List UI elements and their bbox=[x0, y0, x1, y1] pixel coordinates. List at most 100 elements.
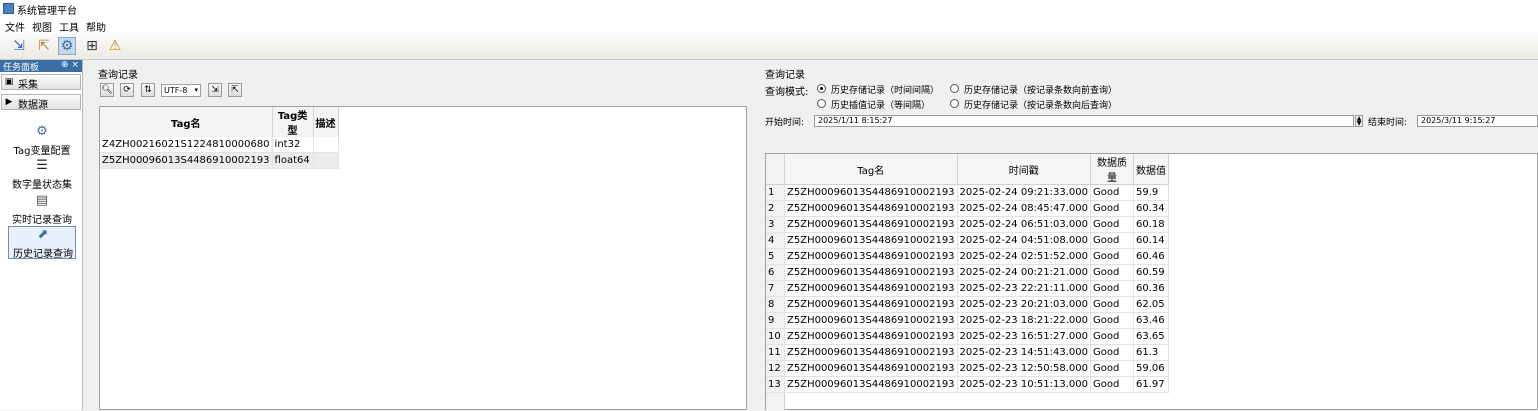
nav-tag-config[interactable]: ⚙ Tag变量配置 bbox=[8, 124, 76, 157]
start-time-field[interactable]: 2025/1/11 8:15:27 bbox=[814, 115, 1354, 127]
tag-name-cell[interactable]: Z5ZH00096013S4486910002193 bbox=[784, 184, 958, 201]
quality-cell[interactable]: Good bbox=[1090, 232, 1135, 249]
sort-button[interactable]: ⇅ bbox=[141, 83, 155, 97]
column-header[interactable]: Tag类型 bbox=[272, 107, 314, 137]
query-button[interactable]: 🔍︎ bbox=[100, 83, 114, 97]
quality-cell[interactable]: Good bbox=[1090, 264, 1135, 281]
tag-name-cell[interactable]: Z5ZH00096013S4486910002193 bbox=[784, 216, 958, 233]
timestamp-cell[interactable]: 2025-02-24 02:51:52.000 bbox=[957, 248, 1092, 265]
timestamp-cell[interactable]: 2025-02-24 06:51:03.000 bbox=[957, 216, 1092, 233]
tag-desc-cell[interactable] bbox=[313, 137, 339, 153]
table-row[interactable]: Z5ZH00096013S4486910002193 float64 bbox=[100, 152, 339, 169]
tag-name-cell[interactable]: Z5ZH00096013S4486910002193 bbox=[100, 152, 273, 169]
value-cell[interactable]: 60.34 bbox=[1133, 200, 1170, 217]
timestamp-cell[interactable]: 2025-02-24 04:51:08.000 bbox=[957, 232, 1092, 249]
timestamp-cell[interactable]: 2025-02-23 20:21:03.000 bbox=[957, 296, 1092, 313]
menu-help[interactable]: 帮助 bbox=[86, 19, 106, 34]
table-row[interactable]: 8 Z5ZH00096013S4486910002193 2025-02-23 20… bbox=[766, 296, 1170, 313]
tag-name-cell[interactable]: Z5ZH00096013S4486910002193 bbox=[784, 264, 958, 281]
panel-controls-icon[interactable]: ⊕ × bbox=[61, 60, 79, 70]
timestamp-cell[interactable]: 2025-02-24 00:21:21.000 bbox=[957, 264, 1092, 281]
export-tag-button[interactable]: ⇱ bbox=[228, 83, 242, 97]
tag-name-cell[interactable]: Z5ZH00096013S4486910002193 bbox=[784, 360, 958, 377]
table-row[interactable]: Z4ZH00216021S1224810000680 int32 bbox=[100, 137, 339, 153]
value-cell[interactable]: 62.05 bbox=[1133, 296, 1170, 313]
tag-name-cell[interactable]: Z5ZH00096013S4486910002193 bbox=[784, 248, 958, 265]
table-row[interactable]: 9 Z5ZH00096013S4486910002193 2025-02-23 18… bbox=[766, 312, 1170, 329]
table-row[interactable]: 7 Z5ZH00096013S4486910002193 2025-02-23 22… bbox=[766, 280, 1170, 297]
table-row[interactable]: 12 Z5ZH00096013S4486910002193 2025-02-23 1… bbox=[766, 360, 1170, 377]
table-row[interactable]: 3 Z5ZH00096013S4486910002193 2025-02-24 06… bbox=[766, 216, 1170, 233]
timestamp-cell[interactable]: 2025-02-23 10:51:13.000 bbox=[957, 376, 1092, 393]
table-row[interactable]: 1 Z5ZH00096013S4486910002193 2025-02-24 09… bbox=[766, 184, 1170, 201]
menu-tools[interactable]: 工具 bbox=[59, 19, 79, 34]
mode-label-count-backward[interactable]: 历史存储记录（按记录条数向后查询） bbox=[964, 98, 1117, 111]
quality-cell[interactable]: Good bbox=[1090, 344, 1135, 361]
category-datasource[interactable]: ▶ 数据源 bbox=[1, 94, 81, 111]
nav-digital-state[interactable]: ☰ 数字量状态集 bbox=[8, 158, 76, 191]
value-cell[interactable]: 59.9 bbox=[1133, 184, 1170, 201]
value-cell[interactable]: 60.14 bbox=[1133, 232, 1170, 249]
tag-name-cell[interactable]: Z5ZH00096013S4486910002193 bbox=[784, 296, 958, 313]
column-header[interactable]: Tag名 bbox=[784, 154, 958, 185]
timestamp-cell[interactable]: 2025-02-23 14:51:43.000 bbox=[957, 344, 1092, 361]
mode-label-interval[interactable]: 历史存储记录（时间间隔） bbox=[831, 83, 939, 96]
tag-name-cell[interactable]: Z5ZH00096013S4486910002193 bbox=[784, 344, 958, 361]
end-time-field[interactable]: 2025/3/11 9:15:27 bbox=[1417, 115, 1538, 127]
table-row[interactable]: 5 Z5ZH00096013S4486910002193 2025-02-24 02… bbox=[766, 248, 1170, 265]
tag-type-cell[interactable]: float64 bbox=[272, 152, 314, 169]
quality-cell[interactable]: Good bbox=[1090, 216, 1135, 233]
tag-name-cell[interactable]: Z5ZH00096013S4486910002193 bbox=[784, 312, 958, 329]
table-row[interactable]: 11 Z5ZH00096013S4486910002193 2025-02-23 1… bbox=[766, 344, 1170, 361]
import-button[interactable]: ⇲ bbox=[10, 37, 28, 55]
value-cell[interactable]: 63.65 bbox=[1133, 328, 1170, 345]
column-header[interactable]: 数据质量 bbox=[1090, 154, 1135, 185]
value-cell[interactable]: 60.59 bbox=[1133, 264, 1170, 281]
quality-cell[interactable]: Good bbox=[1090, 200, 1135, 217]
tag-type-cell[interactable]: int32 bbox=[272, 137, 314, 153]
value-cell[interactable]: 60.18 bbox=[1133, 216, 1170, 233]
tag-name-cell[interactable]: Z5ZH00096013S4486910002193 bbox=[784, 200, 958, 217]
menu-file[interactable]: 文件 bbox=[5, 19, 25, 34]
value-cell[interactable]: 61.3 bbox=[1133, 344, 1170, 361]
mode-radio-count-forward[interactable] bbox=[950, 84, 959, 93]
column-header[interactable]: 描述 bbox=[313, 107, 339, 137]
value-cell[interactable]: 63.46 bbox=[1133, 312, 1170, 329]
table-row[interactable]: 10 Z5ZH00096013S4486910002193 2025-02-23 1… bbox=[766, 328, 1170, 345]
value-cell[interactable]: 60.36 bbox=[1133, 280, 1170, 297]
value-cell[interactable]: 61.97 bbox=[1133, 376, 1170, 393]
mode-radio-interval[interactable] bbox=[817, 84, 826, 93]
table-row[interactable]: 4 Z5ZH00096013S4486910002193 2025-02-24 04… bbox=[766, 232, 1170, 249]
timestamp-cell[interactable]: 2025-02-24 08:45:47.000 bbox=[957, 200, 1092, 217]
quality-cell[interactable]: Good bbox=[1090, 376, 1135, 393]
tag-desc-cell[interactable] bbox=[313, 152, 339, 169]
export-button[interactable]: ⇱ bbox=[35, 37, 53, 55]
value-cell[interactable]: 60.46 bbox=[1133, 248, 1170, 265]
column-header[interactable]: 数据值 bbox=[1133, 154, 1170, 185]
quality-cell[interactable]: Good bbox=[1090, 296, 1135, 313]
value-cell[interactable]: 59.06 bbox=[1133, 360, 1170, 377]
tag-name-cell[interactable]: Z5ZH00096013S4486910002193 bbox=[784, 232, 958, 249]
network-button[interactable]: ⊞ bbox=[83, 37, 101, 55]
mode-label-count-forward[interactable]: 历史存储记录（按记录条数向前查询） bbox=[964, 83, 1117, 96]
panel-splitter[interactable] bbox=[755, 60, 760, 410]
table-row[interactable]: 2 Z5ZH00096013S4486910002193 2025-02-24 08… bbox=[766, 200, 1170, 217]
quality-cell[interactable]: Good bbox=[1090, 184, 1135, 201]
quality-cell[interactable]: Good bbox=[1090, 312, 1135, 329]
import-tag-button[interactable]: ⇲ bbox=[208, 83, 222, 97]
table-row[interactable]: 13 Z5ZH00096013S4486910002193 2025-02-23 1… bbox=[766, 376, 1170, 393]
mode-label-interpolated[interactable]: 历史插值记录（等间隔） bbox=[831, 98, 930, 111]
tag-name-cell[interactable]: Z5ZH00096013S4486910002193 bbox=[784, 376, 958, 393]
timestamp-cell[interactable]: 2025-02-24 09:21:33.000 bbox=[957, 184, 1092, 201]
nav-history-query[interactable]: ⬈ 历史记录查询 bbox=[8, 226, 76, 260]
category-collect[interactable]: ▣ 采集 bbox=[1, 74, 81, 91]
quality-cell[interactable]: Good bbox=[1090, 248, 1135, 265]
quality-cell[interactable]: Good bbox=[1090, 280, 1135, 297]
encoding-select[interactable]: UTF-8 ▾ bbox=[161, 84, 201, 97]
config-button[interactable]: ⚙ bbox=[58, 37, 76, 55]
menu-view[interactable]: 视图 bbox=[32, 19, 52, 34]
timestamp-cell[interactable]: 2025-02-23 12:50:58.000 bbox=[957, 360, 1092, 377]
timestamp-cell[interactable]: 2025-02-23 16:51:27.000 bbox=[957, 328, 1092, 345]
mode-radio-count-backward[interactable] bbox=[950, 99, 959, 108]
mode-radio-interpolated[interactable] bbox=[817, 99, 826, 108]
